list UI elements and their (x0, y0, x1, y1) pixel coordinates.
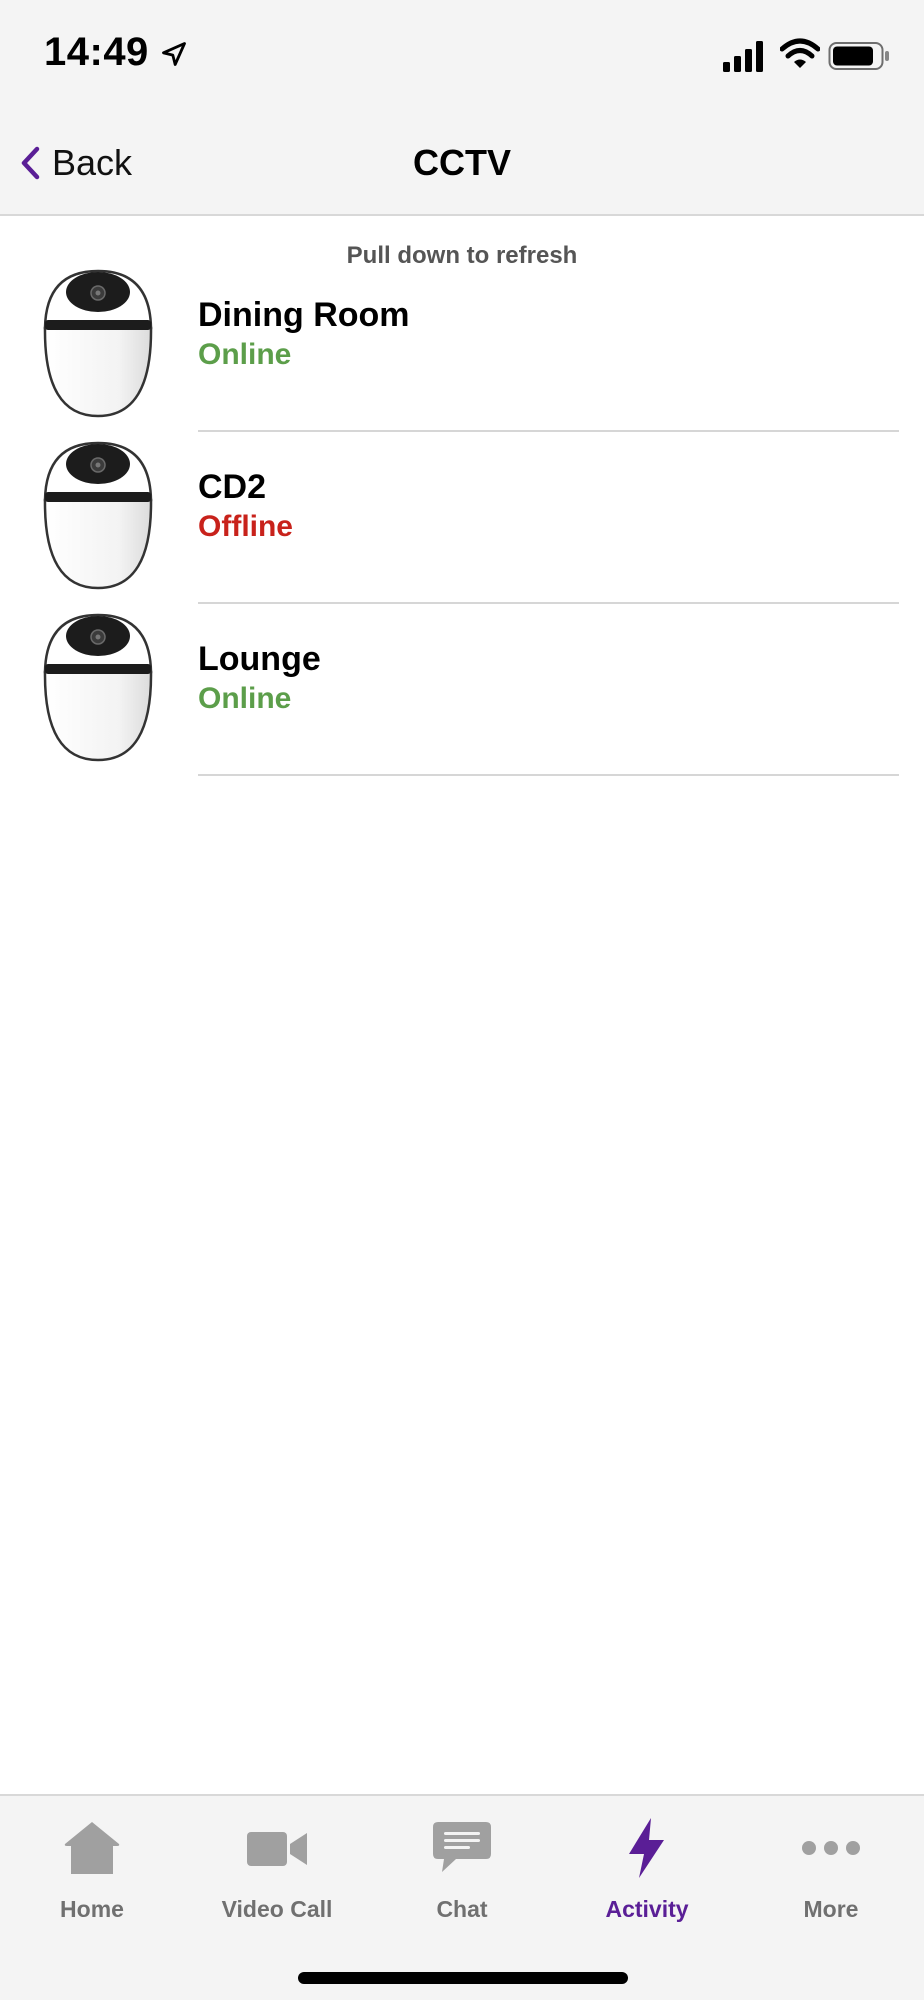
camera-icon (43, 613, 153, 762)
status-bar: 14:49 (0, 0, 924, 110)
camera-icon (43, 441, 153, 590)
camera-row-cd2[interactable]: CD2 Offline (0, 432, 924, 604)
camera-name: Dining Room (198, 296, 410, 334)
video-camera-icon (247, 1832, 307, 1866)
cctv-screen: 14:49 Back CCTV Pull down to refresh Din… (0, 0, 924, 2000)
battery-icon (828, 42, 889, 70)
tab-label: Home (60, 1896, 124, 1922)
home-indicator[interactable] (298, 1972, 628, 1984)
location-arrow-icon (162, 42, 186, 66)
tab-label: Video Call (221, 1896, 333, 1922)
more-dots-icon (802, 1841, 860, 1855)
camera-name: Lounge (198, 640, 321, 678)
camera-row-lounge[interactable]: Lounge Online (0, 604, 924, 776)
camera-name: CD2 (198, 468, 267, 506)
camera-row-dining-room[interactable]: Dining Room Online (0, 260, 924, 432)
page-title: CCTV (413, 142, 511, 183)
row-divider (198, 774, 899, 776)
wifi-icon (780, 38, 820, 68)
chat-bubble-icon (433, 1822, 491, 1872)
tab-label: More (803, 1896, 859, 1922)
status-time: 14:49 (44, 30, 149, 74)
tab-chat[interactable]: Chat (370, 1816, 554, 1936)
tab-home[interactable]: Home (0, 1816, 184, 1936)
camera-status: Online (198, 682, 292, 715)
camera-status: Online (198, 338, 292, 371)
tab-label: Activity (605, 1896, 689, 1922)
tab-more[interactable]: More (739, 1816, 923, 1936)
tab-activity[interactable]: Activity (555, 1816, 739, 1936)
navigation-bar: Back CCTV (0, 110, 924, 216)
home-icon (64, 1822, 120, 1874)
camera-status: Offline (198, 510, 293, 543)
camera-icon (43, 269, 153, 418)
tab-bar: Home Video Call Chat Activity More (0, 1794, 924, 2000)
tab-label: Chat (436, 1896, 488, 1922)
lightning-bolt-icon (629, 1818, 664, 1878)
cellular-signal-icon (723, 41, 763, 72)
tab-video-call[interactable]: Video Call (185, 1816, 369, 1936)
